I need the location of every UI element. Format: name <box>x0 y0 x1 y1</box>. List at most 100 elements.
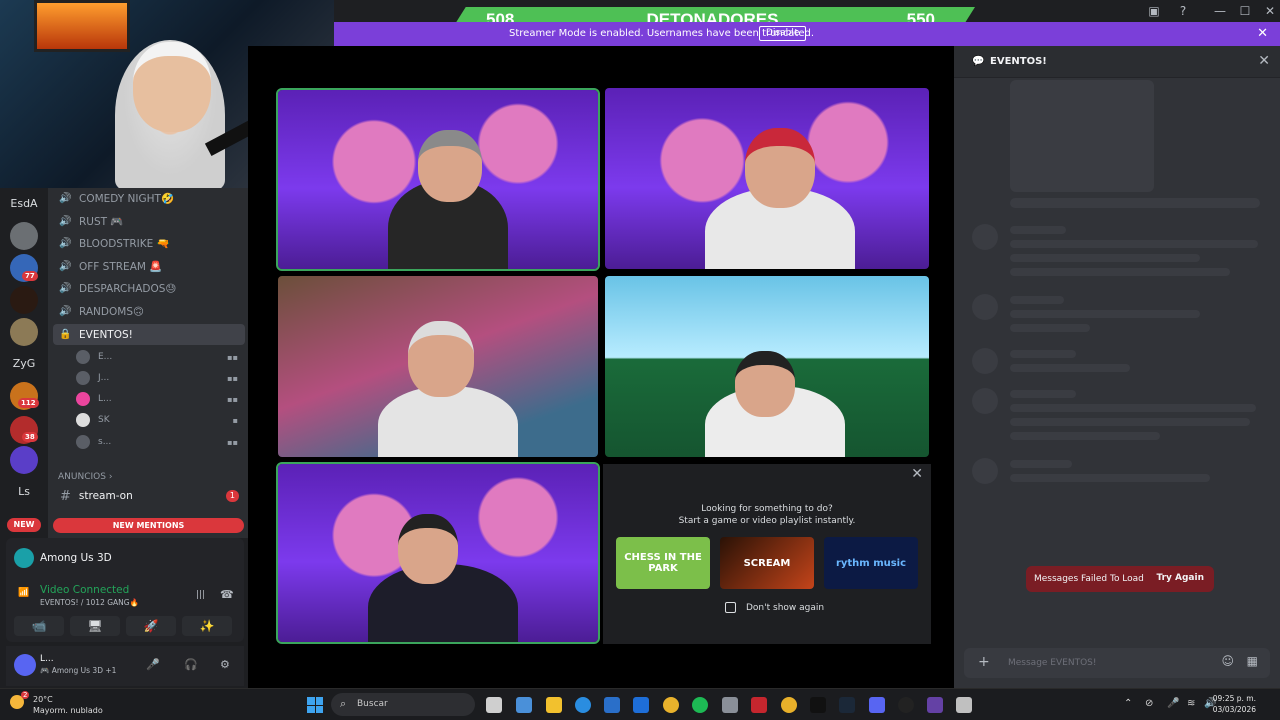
soundboard-button[interactable]: ✨ <box>182 616 232 636</box>
message-composer[interactable]: + Message EVENTOS! ☺ ▦ <box>964 648 1270 678</box>
app-icon[interactable] <box>810 697 826 713</box>
inbox-icon[interactable]: ▣ <box>1144 2 1164 20</box>
video-tile[interactable] <box>276 88 600 271</box>
windows-start-icon[interactable] <box>307 697 323 713</box>
new-mentions-button[interactable]: NEW MENTIONS <box>53 518 244 533</box>
settings-app-icon[interactable] <box>722 697 738 713</box>
settings-icon[interactable]: ⚙ <box>220 658 230 671</box>
microphone-tray-icon[interactable]: 🎤 <box>1167 698 1179 709</box>
server-icon[interactable] <box>10 222 38 250</box>
disconnect-icon[interactable]: ☎ <box>220 588 234 601</box>
wifi-icon[interactable]: ≋ <box>1187 698 1195 709</box>
server-esda[interactable]: EsdA <box>6 197 42 210</box>
camera-button[interactable]: 📹 <box>14 616 64 636</box>
task-view-icon[interactable] <box>486 697 502 713</box>
store-icon[interactable] <box>604 697 620 713</box>
app-icon[interactable] <box>956 697 972 713</box>
server-icon[interactable] <box>10 446 38 474</box>
channel-name: RANDOMS🙃 <box>79 305 144 318</box>
checkbox[interactable] <box>725 602 736 613</box>
outlook-icon[interactable] <box>633 697 649 713</box>
screen: ▣ ? — ☐ ✕ 508 DETONADORES 550 Streamer M… <box>0 0 1280 720</box>
activities-button[interactable]: 🚀 <box>126 616 176 636</box>
video-tile[interactable] <box>605 88 929 269</box>
signal-icon[interactable]: 📶 <box>18 588 29 598</box>
server-icon[interactable] <box>10 318 38 346</box>
disable-streamer-button[interactable]: Disable <box>759 26 807 41</box>
category-anuncios[interactable]: ANUNCIOS › <box>58 472 112 482</box>
microphone-icon[interactable]: 🎤 <box>146 658 160 671</box>
voice-user[interactable]: E... ▪▪ <box>76 347 246 367</box>
channel-name: RUST 🎮 <box>79 216 124 228</box>
temperature: 20°C <box>33 695 53 704</box>
noise-suppression-icon[interactable]: ||| <box>196 590 205 600</box>
file-explorer-icon[interactable] <box>546 697 562 713</box>
chrome-icon[interactable] <box>663 697 679 713</box>
headset-icon[interactable]: 🎧 <box>184 658 198 671</box>
loading-skeleton <box>1010 80 1154 192</box>
spotify-icon[interactable] <box>692 697 708 713</box>
activity-card-chess[interactable]: CHESS IN THE PARK <box>616 537 710 589</box>
activity-card-scream[interactable]: SCREAM <box>720 537 814 589</box>
app-icon[interactable] <box>751 697 767 713</box>
dont-show-again[interactable]: Don't show again <box>725 602 824 613</box>
server-icon[interactable] <box>10 286 38 314</box>
taskbar-search[interactable]: ⌕ Buscar <box>331 693 475 716</box>
help-icon[interactable]: ? <box>1173 2 1193 20</box>
voice-status: Video Connected <box>40 584 130 596</box>
voice-user[interactable]: L... ▪▪ <box>76 389 246 409</box>
try-again-button[interactable]: Try Again <box>1156 573 1204 583</box>
screen-share-button[interactable]: 🖥 <box>70 616 120 636</box>
channel-item[interactable]: 🔊 OFF STREAM 🚨 <box>53 256 245 277</box>
channel-name: stream-on <box>78 490 133 502</box>
user-name: L... <box>40 654 54 664</box>
voice-user[interactable]: SK ▪ <box>76 410 246 430</box>
close-icon[interactable]: ✕ <box>911 466 923 482</box>
chevron-up-icon[interactable]: ⌃ <box>1124 698 1132 709</box>
emoji-icon[interactable]: ☺ <box>1221 654 1234 668</box>
clock[interactable]: 09:25 p. m. 03/03/2026 <box>1213 693 1256 715</box>
network-icon[interactable]: ⊘ <box>1145 698 1153 709</box>
plus-icon[interactable]: + <box>978 654 990 670</box>
app-icon[interactable] <box>898 697 914 713</box>
app-icon[interactable] <box>781 697 797 713</box>
voice-user[interactable]: J... ▪▪ <box>76 368 246 388</box>
loading-skeleton <box>1010 198 1260 208</box>
speaker-icon: 🔊 <box>59 216 72 227</box>
video-tile[interactable] <box>278 276 598 457</box>
channel-item[interactable]: 🔊 RANDOMS🙃 <box>53 301 245 322</box>
speaker-icon: 🔊 <box>59 283 72 294</box>
app-icon[interactable] <box>927 697 943 713</box>
message-input[interactable]: Message EVENTOS! <box>1008 658 1096 668</box>
edge-icon[interactable] <box>575 697 591 713</box>
server-ls[interactable]: Ls <box>6 485 42 498</box>
maximize-button[interactable]: ☐ <box>1235 2 1255 20</box>
steam-icon[interactable] <box>839 697 855 713</box>
avatar[interactable] <box>14 654 36 676</box>
video-tile[interactable] <box>605 276 929 457</box>
minimize-button[interactable]: — <box>1210 2 1230 20</box>
voice-user[interactable]: s... ▪▪ <box>76 432 246 452</box>
discord-icon[interactable] <box>869 697 885 713</box>
video-tile[interactable] <box>276 462 600 644</box>
channel-item[interactable]: 🔊 COMEDY NIGHT🤣 <box>53 188 245 209</box>
channel-item[interactable]: 🔊 DESPARCHADOS😓 <box>53 278 245 299</box>
new-pill[interactable]: NEW <box>7 518 41 532</box>
apps-icon[interactable]: ▦ <box>1247 654 1258 668</box>
activity[interactable]: Among Us 3D <box>14 548 112 568</box>
loading-skeleton <box>1010 226 1066 234</box>
activity-card-rythm[interactable]: rythm music <box>824 537 918 589</box>
channel-item[interactable]: 🔊 RUST 🎮 <box>53 211 245 232</box>
close-window-button[interactable]: ✕ <box>1260 2 1280 20</box>
channel-stream-on[interactable]: # stream-on 1 <box>53 486 245 506</box>
close-icon[interactable]: ✕ <box>1258 53 1270 69</box>
app-icon[interactable] <box>516 697 532 713</box>
participant-face <box>418 130 482 202</box>
voice-channel[interactable]: EVENTOS! / 1012 GANG🔥 <box>40 598 139 607</box>
close-banner-icon[interactable]: ✕ <box>1257 26 1268 41</box>
speaker-icon: 🔊 <box>59 261 72 272</box>
server-zyg[interactable]: ZyG <box>6 357 42 370</box>
channel-item-eventos[interactable]: 🔒 EVENTOS! <box>53 324 245 345</box>
game-icon <box>14 548 34 568</box>
channel-item[interactable]: 🔊 BLOODSTRIKE 🔫 <box>53 233 245 254</box>
